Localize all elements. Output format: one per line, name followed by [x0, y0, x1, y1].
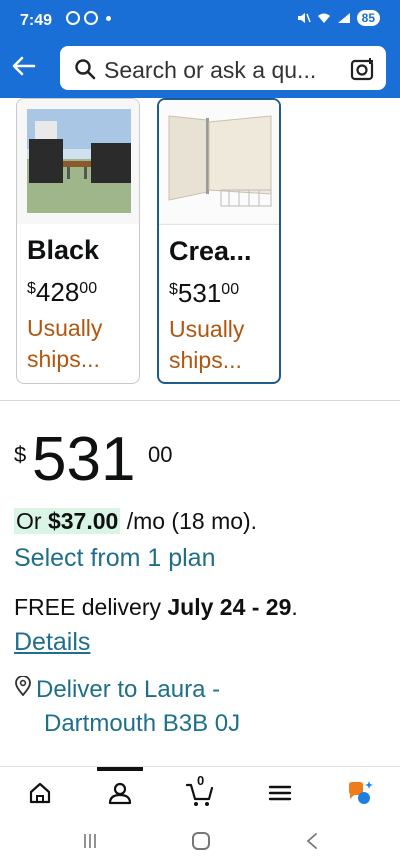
variant-selector: Black $42800 Usually ships... Crea... $5…	[0, 98, 400, 398]
variant-shipping: Usually ships...	[27, 315, 103, 372]
variant-card-black[interactable]: Black $42800 Usually ships...	[16, 98, 140, 384]
home-icon[interactable]	[26, 779, 54, 807]
delivery-dates: July 24 - 29	[167, 594, 292, 620]
recent-apps-icon[interactable]	[82, 832, 98, 850]
variant-shipping: Usually ships...	[169, 316, 245, 373]
price-cents: 00	[148, 442, 173, 467]
variant-name: Crea...	[169, 236, 252, 266]
deliver-to-line1: Deliver to Laura -	[36, 676, 221, 703]
delivery-details-link[interactable]: Details	[14, 628, 90, 657]
section-divider	[0, 400, 400, 401]
delivery-info: FREE delivery July 24 - 29.	[14, 594, 298, 620]
installment-highlight: Or $37.00	[14, 508, 121, 534]
system-back-icon[interactable]	[304, 831, 320, 851]
battery-indicator: 85	[356, 10, 380, 26]
variant-price: $53100	[169, 278, 240, 308]
variant-image-black	[17, 99, 139, 224]
account-icon[interactable]	[106, 779, 134, 807]
camera-search-icon[interactable]	[350, 56, 376, 82]
android-navigation-bar	[0, 820, 400, 867]
whatsapp-icon	[66, 11, 80, 25]
cart-button[interactable]: 0	[185, 773, 214, 807]
search-input[interactable]: Search or ask a qu...	[60, 46, 386, 90]
installment-term: /mo (18 mo).	[126, 508, 258, 534]
notification-icons	[66, 11, 111, 25]
status-time: 7:49	[20, 12, 53, 29]
active-tab-indicator	[97, 767, 143, 771]
search-icon	[75, 59, 96, 80]
cart-count: 0	[197, 773, 205, 788]
messenger-icon	[84, 11, 98, 25]
search-header: Search or ask a qu...	[0, 42, 400, 98]
variant-image-cream	[159, 100, 279, 225]
installment-offer: Or $37.00 /mo (18 mo).	[14, 508, 257, 535]
search-placeholder: Search or ask a qu...	[104, 57, 317, 83]
installment-amount: $37.00	[47, 508, 119, 534]
mute-icon	[297, 13, 311, 23]
menu-icon[interactable]	[266, 779, 294, 807]
variant-price: $42800	[27, 277, 98, 307]
wifi-icon	[317, 13, 330, 23]
home-button-icon[interactable]	[192, 832, 210, 850]
status-bar: 7:49 85	[0, 0, 400, 42]
system-icons: 85	[297, 10, 380, 26]
price-symbol: $	[14, 442, 27, 467]
price-whole: 531	[32, 425, 136, 494]
variant-name: Black	[27, 235, 100, 265]
rufus-assistant-icon[interactable]	[346, 779, 374, 807]
bottom-navigation: 0	[0, 766, 400, 820]
select-plan-link[interactable]: Select from 1 plan	[14, 544, 216, 573]
back-arrow-icon[interactable]	[10, 52, 38, 80]
location-pin-icon	[15, 676, 31, 696]
more-notifications-icon	[106, 15, 111, 21]
variant-card-cream[interactable]: Crea... $53100 Usually ships...	[157, 98, 281, 384]
signal-icon	[337, 13, 350, 23]
deliver-to-line2: Dartmouth B3B 0J	[44, 710, 241, 737]
